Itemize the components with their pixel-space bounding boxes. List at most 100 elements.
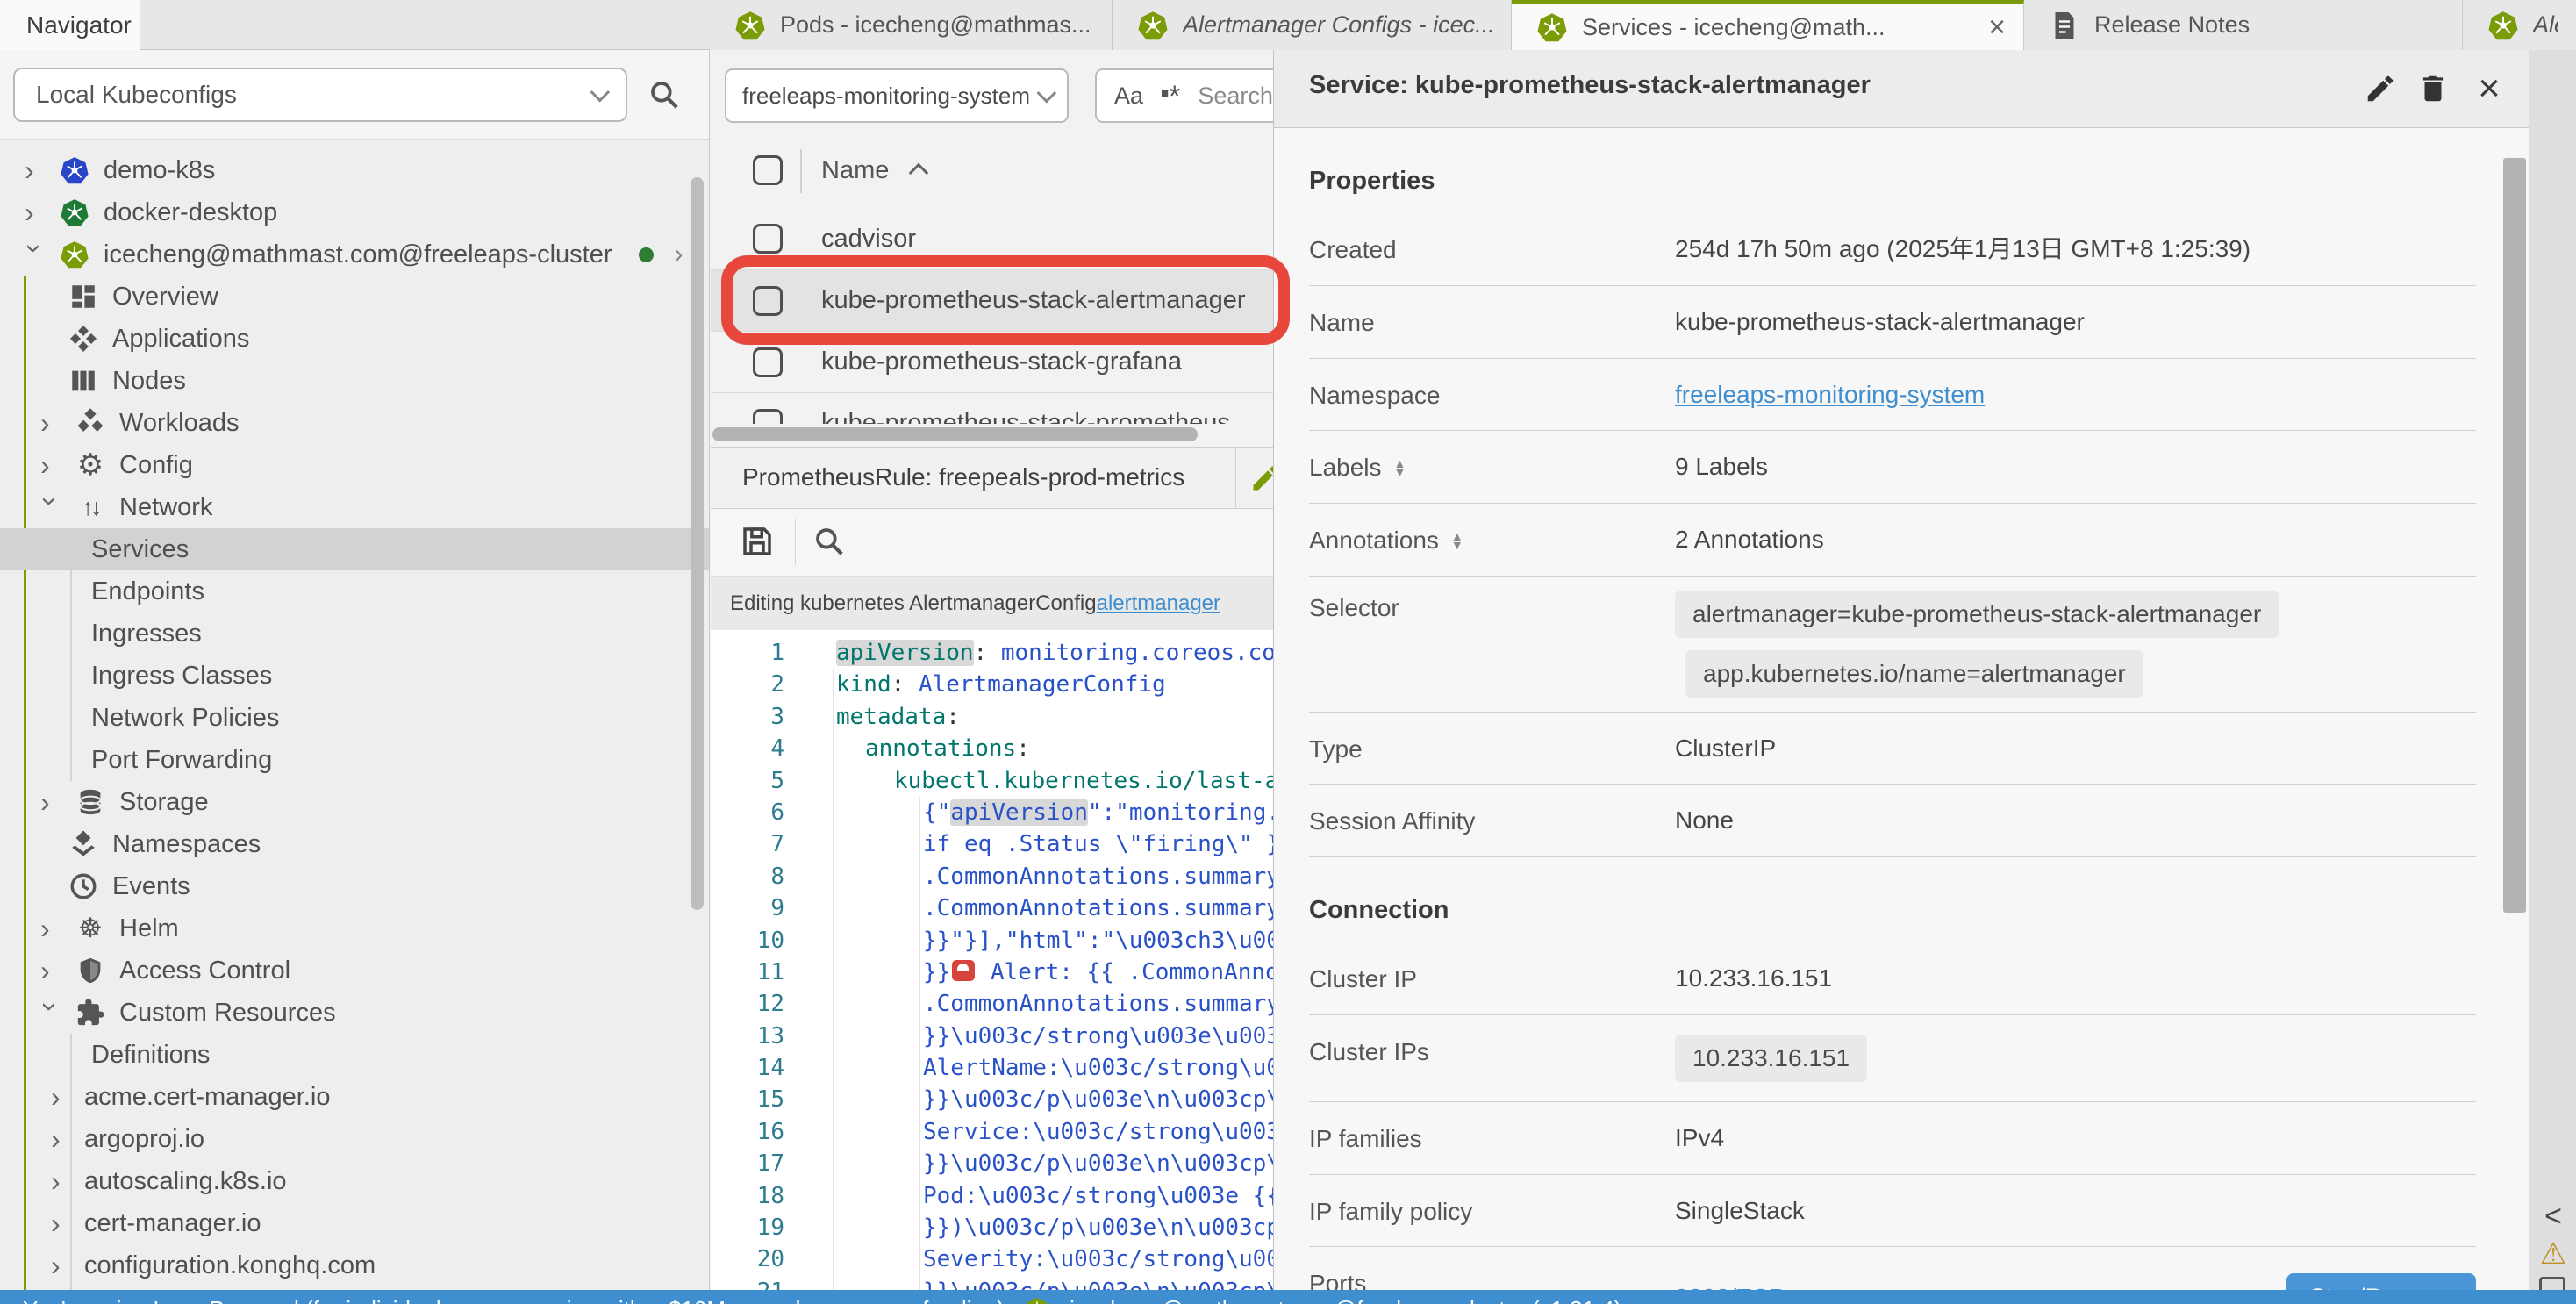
sidebar-item-demo-k8s[interactable]: ›demo-k8s bbox=[0, 149, 709, 191]
chevron-right-icon[interactable]: › bbox=[40, 957, 61, 985]
table-row-kube-prometheus-stack-prometheus[interactable]: kube-prometheus-stack-prometheus bbox=[711, 392, 1273, 424]
chevron-down-icon[interactable]: › bbox=[21, 244, 49, 265]
row-checkbox[interactable] bbox=[753, 409, 783, 425]
editor-line[interactable]: 5kubectl.kubernetes.io/last-appli bbox=[711, 765, 1273, 797]
sort-icon[interactable]: ▲▼ bbox=[1394, 459, 1406, 476]
tab-alertmanager[interactable]: Alertmanager bbox=[2463, 0, 2576, 50]
chevron-down-icon[interactable]: › bbox=[37, 497, 65, 518]
search-input[interactable]: Aa ■* Search bbox=[1095, 68, 1273, 123]
sidebar-item-definitions[interactable]: Definitions bbox=[0, 1034, 709, 1076]
sidebar-item-namespaces[interactable]: Namespaces bbox=[0, 823, 709, 865]
chevron-right-icon[interactable]: › bbox=[51, 1209, 72, 1237]
editor-line[interactable]: 13}}\u003c/strong\u003e\u003c/h3 bbox=[711, 1021, 1273, 1052]
sidebar-item-applications[interactable]: Applications bbox=[0, 318, 709, 360]
chevron-right-icon[interactable]: › bbox=[675, 240, 683, 269]
search-icon[interactable] bbox=[648, 78, 681, 111]
editor-line[interactable]: 21}}\u003c/p\u003e\n\u003cp\u003 bbox=[711, 1276, 1273, 1290]
sidebar-item-ingresses[interactable]: Ingresses bbox=[0, 613, 709, 655]
editor-line[interactable]: 10}}"}],"html":"\u003ch3\u003e\u bbox=[711, 925, 1273, 957]
editor-line[interactable]: 12.CommonAnnotations.summary }} bbox=[711, 988, 1273, 1020]
sidebar-item-cert-manager-io[interactable]: ›cert-manager.io bbox=[0, 1202, 709, 1244]
edit-icon[interactable] bbox=[1249, 462, 1273, 494]
editor-line[interactable]: 8.CommonAnnotations.summary }} bbox=[711, 861, 1273, 892]
search-icon[interactable] bbox=[812, 525, 846, 558]
horizontal-scrollbar[interactable] bbox=[711, 426, 1273, 443]
close-icon[interactable]: × bbox=[2471, 70, 2508, 107]
tab-alertmanager-configs-icec[interactable]: Alertmanager Configs - icec... bbox=[1113, 0, 1512, 50]
warning-icon[interactable]: ⚠ bbox=[2529, 1236, 2576, 1272]
editor-line[interactable]: 17}}\u003c/p\u003e\n\u003cp\u003 bbox=[711, 1148, 1273, 1179]
tab-pods-icecheng-mathmas[interactable]: Pods - icecheng@mathmas... bbox=[710, 0, 1113, 50]
sidebar-item-services[interactable]: Services bbox=[0, 528, 709, 570]
select-all-checkbox[interactable] bbox=[753, 155, 783, 185]
sidebar-item-nodes[interactable]: Nodes bbox=[0, 360, 709, 402]
editor-line[interactable]: 19}})\u003c/p\u003e\n\u003cp\u00 bbox=[711, 1212, 1273, 1243]
chevron-right-icon[interactable]: › bbox=[51, 1083, 72, 1111]
sidebar-item-workloads[interactable]: ›Workloads bbox=[0, 402, 709, 444]
sidebar-item-autoscaling-k8s-io[interactable]: ›autoscaling.k8s.io bbox=[0, 1160, 709, 1202]
close-icon[interactable]: × bbox=[1972, 11, 2006, 45]
row-checkbox[interactable] bbox=[753, 347, 783, 377]
edit-icon[interactable] bbox=[2362, 70, 2399, 107]
namespace-link[interactable]: freeleaps-monitoring-system bbox=[1675, 381, 1985, 408]
sidebar-item-icecheng-mathmast-com-freeleaps-cluster[interactable]: ›icecheng@mathmast.com@freeleaps-cluster… bbox=[0, 233, 709, 276]
chevron-right-icon[interactable]: › bbox=[40, 409, 61, 437]
editor-line[interactable]: 3metadata: bbox=[711, 701, 1273, 733]
tab-services-icecheng-math[interactable]: Services - icecheng@math...× bbox=[1512, 0, 2024, 50]
chevron-right-icon[interactable]: › bbox=[40, 914, 61, 942]
editor-line[interactable]: 9.CommonAnnotations.summary }} bbox=[711, 892, 1273, 924]
sidebar-item-storage[interactable]: ›Storage bbox=[0, 781, 709, 823]
namespace-dropdown[interactable]: freeleaps-monitoring-system bbox=[725, 68, 1069, 123]
regex-icon[interactable]: ■* bbox=[1161, 78, 1180, 114]
sidebar-item-configuration-konghq-com[interactable]: ›configuration.konghq.com bbox=[0, 1244, 709, 1286]
chevron-right-icon[interactable]: › bbox=[25, 198, 46, 226]
chevron-down-icon[interactable]: › bbox=[37, 1002, 65, 1023]
collapse-chevron-icon[interactable]: < bbox=[2529, 1200, 2576, 1234]
sidebar-item-ingress-classes[interactable]: Ingress Classes bbox=[0, 655, 709, 697]
sort-icon[interactable]: ▲▼ bbox=[1451, 532, 1463, 549]
editor-line[interactable]: 14AlertName:\u003c/strong\u003e bbox=[711, 1052, 1273, 1084]
tab-release-notes[interactable]: Release Notes bbox=[2024, 0, 2463, 50]
name-column-header[interactable]: Name bbox=[821, 156, 926, 185]
editor-line[interactable]: 7if eq .Status \"firing\" }} bbox=[711, 828, 1273, 860]
chevron-right-icon[interactable]: › bbox=[40, 451, 61, 479]
alertmanagerconfig-link[interactable]: alertmanager bbox=[1097, 591, 1220, 616]
sidebar-item-port-forwarding[interactable]: Port Forwarding bbox=[0, 739, 709, 781]
yaml-editor[interactable]: 1apiVersion: monitoring.coreos.com/v12ki… bbox=[711, 630, 1273, 1290]
kubeconfig-dropdown[interactable]: Local Kubeconfigs bbox=[13, 68, 627, 122]
chevron-right-icon[interactable]: › bbox=[25, 156, 46, 184]
match-case-icon[interactable]: Aa bbox=[1114, 82, 1143, 110]
sidebar-item-overview[interactable]: Overview bbox=[0, 276, 709, 318]
sidebar-item-docker-desktop[interactable]: ›docker-desktop bbox=[0, 191, 709, 233]
chevron-right-icon[interactable]: › bbox=[51, 1125, 72, 1153]
editor-line[interactable]: 20Severity:\u003c/strong\u003e bbox=[711, 1243, 1273, 1275]
sidebar-item-argoproj-io[interactable]: ›argoproj.io bbox=[0, 1118, 709, 1160]
editor-line[interactable]: 4annotations: bbox=[711, 733, 1273, 764]
stop-remove-button[interactable]: Stop/Remove bbox=[2286, 1273, 2476, 1290]
sidebar-item-endpoints[interactable]: Endpoints bbox=[0, 570, 709, 613]
port-link[interactable]: 9093/TCP bbox=[1675, 1281, 1785, 1290]
chevron-right-icon[interactable]: › bbox=[40, 788, 61, 816]
sidebar-item-config[interactable]: ›⚙Config bbox=[0, 444, 709, 486]
tab-navigator[interactable]: Navigator bbox=[0, 0, 140, 50]
chevron-right-icon[interactable]: › bbox=[51, 1167, 72, 1195]
sidebar-item-access-control[interactable]: ›Access Control bbox=[0, 949, 709, 992]
editor-line[interactable]: 1apiVersion: monitoring.coreos.com/v1 bbox=[711, 637, 1273, 669]
sidebar-item-network[interactable]: ›↑↓Network bbox=[0, 486, 709, 528]
save-icon[interactable] bbox=[739, 523, 776, 560]
editor-line[interactable]: 2kind: AlertmanagerConfig bbox=[711, 669, 1273, 700]
sidebar-item-custom-resources[interactable]: ›Custom Resources bbox=[0, 992, 709, 1034]
prometheusrule-dock-bar[interactable]: PrometheusRule: freepeals-prod-metrics bbox=[711, 447, 1273, 509]
sidebar-item-network-policies[interactable]: Network Policies bbox=[0, 697, 709, 739]
delete-icon[interactable] bbox=[2415, 70, 2451, 107]
editor-line[interactable]: 18Pod:\u003c/strong\u003e {{ .Co bbox=[711, 1180, 1273, 1212]
sidebar-item-helm[interactable]: ›☸Helm bbox=[0, 907, 709, 949]
row-checkbox[interactable] bbox=[753, 224, 783, 254]
editor-line[interactable]: 6{"apiVersion":"monitoring.core bbox=[711, 797, 1273, 828]
sidebar-scrollbar[interactable] bbox=[691, 177, 704, 910]
editor-line[interactable]: 16Service:\u003c/strong\u003e { bbox=[711, 1116, 1273, 1148]
sidebar-item-acme-cert-manager-io[interactable]: ›acme.cert-manager.io bbox=[0, 1076, 709, 1118]
sidebar-item-events[interactable]: Events bbox=[0, 865, 709, 907]
panel-scrollbar[interactable] bbox=[2503, 158, 2526, 913]
editor-line[interactable]: 15}}\u003c/p\u003e\n\u003cp\u003 bbox=[711, 1084, 1273, 1115]
